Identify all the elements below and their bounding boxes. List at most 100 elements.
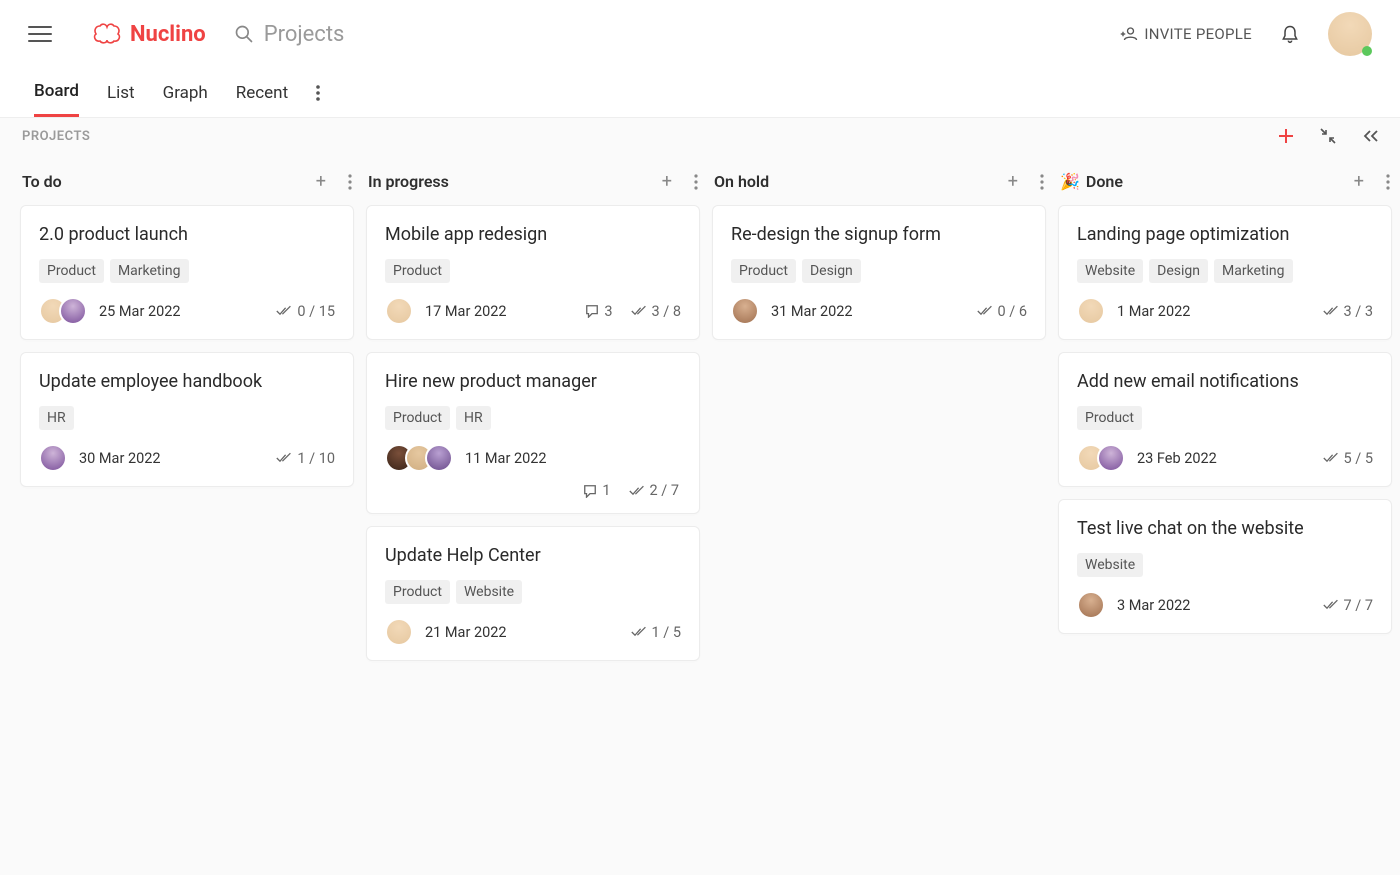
view-tabs: Board List Graph Recent <box>0 68 1400 118</box>
bell-icon[interactable] <box>1280 23 1300 45</box>
card[interactable]: 2.0 product launchProductMarketing25 Mar… <box>20 205 354 340</box>
card-date: 21 Mar 2022 <box>425 624 631 641</box>
column-header: On hold + <box>712 162 1046 205</box>
column-menu-button[interactable] <box>348 174 352 190</box>
card-avatars <box>39 297 87 325</box>
card[interactable]: Re-design the signup form ProductDesign 31… <box>712 205 1046 340</box>
board-column: In progress + Mobile app redesign Product 17… <box>366 162 700 661</box>
checklist-icon <box>276 305 292 317</box>
card-title: Re-design the signup form <box>731 224 1027 245</box>
comments-metric: 3 <box>585 303 612 320</box>
card-date: 31 Mar 2022 <box>771 303 977 320</box>
tag: Product <box>39 259 104 283</box>
card-title: Hire new product manager <box>385 371 681 392</box>
column-header: To do + <box>20 162 354 205</box>
user-avatar[interactable] <box>1328 12 1372 56</box>
avatar-icon <box>39 444 67 472</box>
column-title-text: To do <box>22 172 62 191</box>
column-title-text: Done <box>1086 172 1123 191</box>
hide-sidebar-button[interactable] <box>1362 129 1380 143</box>
tag: HR <box>39 406 74 430</box>
card-tags: Product <box>385 259 681 283</box>
board-label: PROJECTS <box>22 129 90 144</box>
tab-graph[interactable]: Graph <box>163 68 208 117</box>
plus-icon <box>1278 128 1294 144</box>
tab-board[interactable]: Board <box>34 68 79 117</box>
invite-people-button[interactable]: INVITE PEOPLE <box>1120 25 1252 43</box>
card[interactable]: Hire new product manager ProductHR 11 Mar … <box>366 352 700 514</box>
checklist-metric: 3 / 8 <box>631 303 681 320</box>
card-metrics: 3 3 / 8 <box>585 303 681 320</box>
checklist-metric: 2 / 7 <box>629 482 679 499</box>
add-card-button[interactable]: + <box>1354 173 1364 191</box>
card-metrics: 7 / 7 <box>1323 597 1373 614</box>
invite-label: INVITE PEOPLE <box>1144 25 1252 43</box>
search-icon <box>234 24 254 44</box>
card[interactable]: Test live chat on the websiteWebsite3 Ma… <box>1058 499 1392 634</box>
card-tags: ProductDesign <box>731 259 1027 283</box>
card-date: 11 Mar 2022 <box>465 450 681 467</box>
column-cards: Re-design the signup form ProductDesign 31… <box>712 205 1046 340</box>
card-title: Test live chat on the website <box>1077 518 1373 539</box>
card[interactable]: Landing page optimizationWebsiteDesignMa… <box>1058 205 1392 340</box>
card-tags: ProductHR <box>385 406 681 430</box>
card-tags: ProductWebsite <box>385 580 681 604</box>
avatar-icon <box>1097 444 1125 472</box>
card[interactable]: Mobile app redesign Product 17 Mar 20223 3 … <box>366 205 700 340</box>
checklist-icon <box>1323 599 1339 611</box>
column-menu-button[interactable] <box>1386 174 1390 190</box>
tag: Design <box>1149 259 1208 283</box>
card-footer: 1 Mar 20223 / 3 <box>1077 297 1373 325</box>
add-card-button[interactable]: + <box>662 173 672 191</box>
card-date: 17 Mar 2022 <box>425 303 585 320</box>
card[interactable]: Update employee handbookHR30 Mar 20221 /… <box>20 352 354 487</box>
board-area: PROJECTS To do +2.0 product launchProduct… <box>0 118 1400 875</box>
tag: Marketing <box>1214 259 1293 283</box>
column-menu-button[interactable] <box>694 174 698 190</box>
column-menu-button[interactable] <box>1040 174 1044 190</box>
column-emoji: 🎉 <box>1060 172 1080 191</box>
card-title: Mobile app redesign <box>385 224 681 245</box>
card-footer: 17 Mar 20223 3 / 8 <box>385 297 681 325</box>
checklist-icon <box>629 485 645 497</box>
collapse-button[interactable] <box>1320 128 1336 144</box>
card-avatars <box>385 444 453 472</box>
card-avatars <box>1077 444 1125 472</box>
tab-list[interactable]: List <box>107 68 135 117</box>
board-column: On hold + Re-design the signup form Product… <box>712 162 1046 340</box>
column-title-text: On hold <box>714 172 769 191</box>
card[interactable]: Update Help Center ProductWebsite 21 Mar 2… <box>366 526 700 661</box>
avatar-icon <box>731 297 759 325</box>
compress-icon <box>1320 128 1336 144</box>
column-title: 🎉 Done <box>1060 172 1354 191</box>
more-icon[interactable] <box>316 85 320 101</box>
card-footer: 30 Mar 20221 / 10 <box>39 444 335 472</box>
avatar-icon <box>385 297 413 325</box>
tab-recent[interactable]: Recent <box>236 68 288 117</box>
avatar-icon <box>1077 297 1105 325</box>
card-title: Update Help Center <box>385 545 681 566</box>
column-title-text: In progress <box>368 172 449 191</box>
card-footer: 3 Mar 20227 / 7 <box>1077 591 1373 619</box>
menu-icon[interactable] <box>28 22 52 46</box>
checklist-metric: 7 / 7 <box>1323 597 1373 614</box>
card-metrics: 1 / 5 <box>631 624 681 641</box>
add-card-button[interactable]: + <box>316 173 326 191</box>
card-footer: 23 Feb 20225 / 5 <box>1077 444 1373 472</box>
card-footer: 31 Mar 20220 / 6 <box>731 297 1027 325</box>
brand-name: Nuclino <box>130 22 206 47</box>
checklist-metric: 1 / 5 <box>631 624 681 641</box>
add-column-button[interactable] <box>1278 128 1294 144</box>
avatar-icon <box>59 297 87 325</box>
card-title: Landing page optimization <box>1077 224 1373 245</box>
card[interactable]: Add new email notificationsProduct23 Feb… <box>1058 352 1392 487</box>
column-header: 🎉 Done + <box>1058 162 1392 205</box>
search-area[interactable]: Projects <box>234 22 1121 47</box>
column-title: In progress <box>368 172 662 191</box>
card-date: 3 Mar 2022 <box>1117 597 1323 614</box>
tag: Product <box>385 406 450 430</box>
brand-logo[interactable]: Nuclino <box>92 22 206 47</box>
card-metrics: 0 / 15 <box>276 303 335 320</box>
avatar-icon <box>1077 591 1105 619</box>
add-card-button[interactable]: + <box>1008 173 1018 191</box>
